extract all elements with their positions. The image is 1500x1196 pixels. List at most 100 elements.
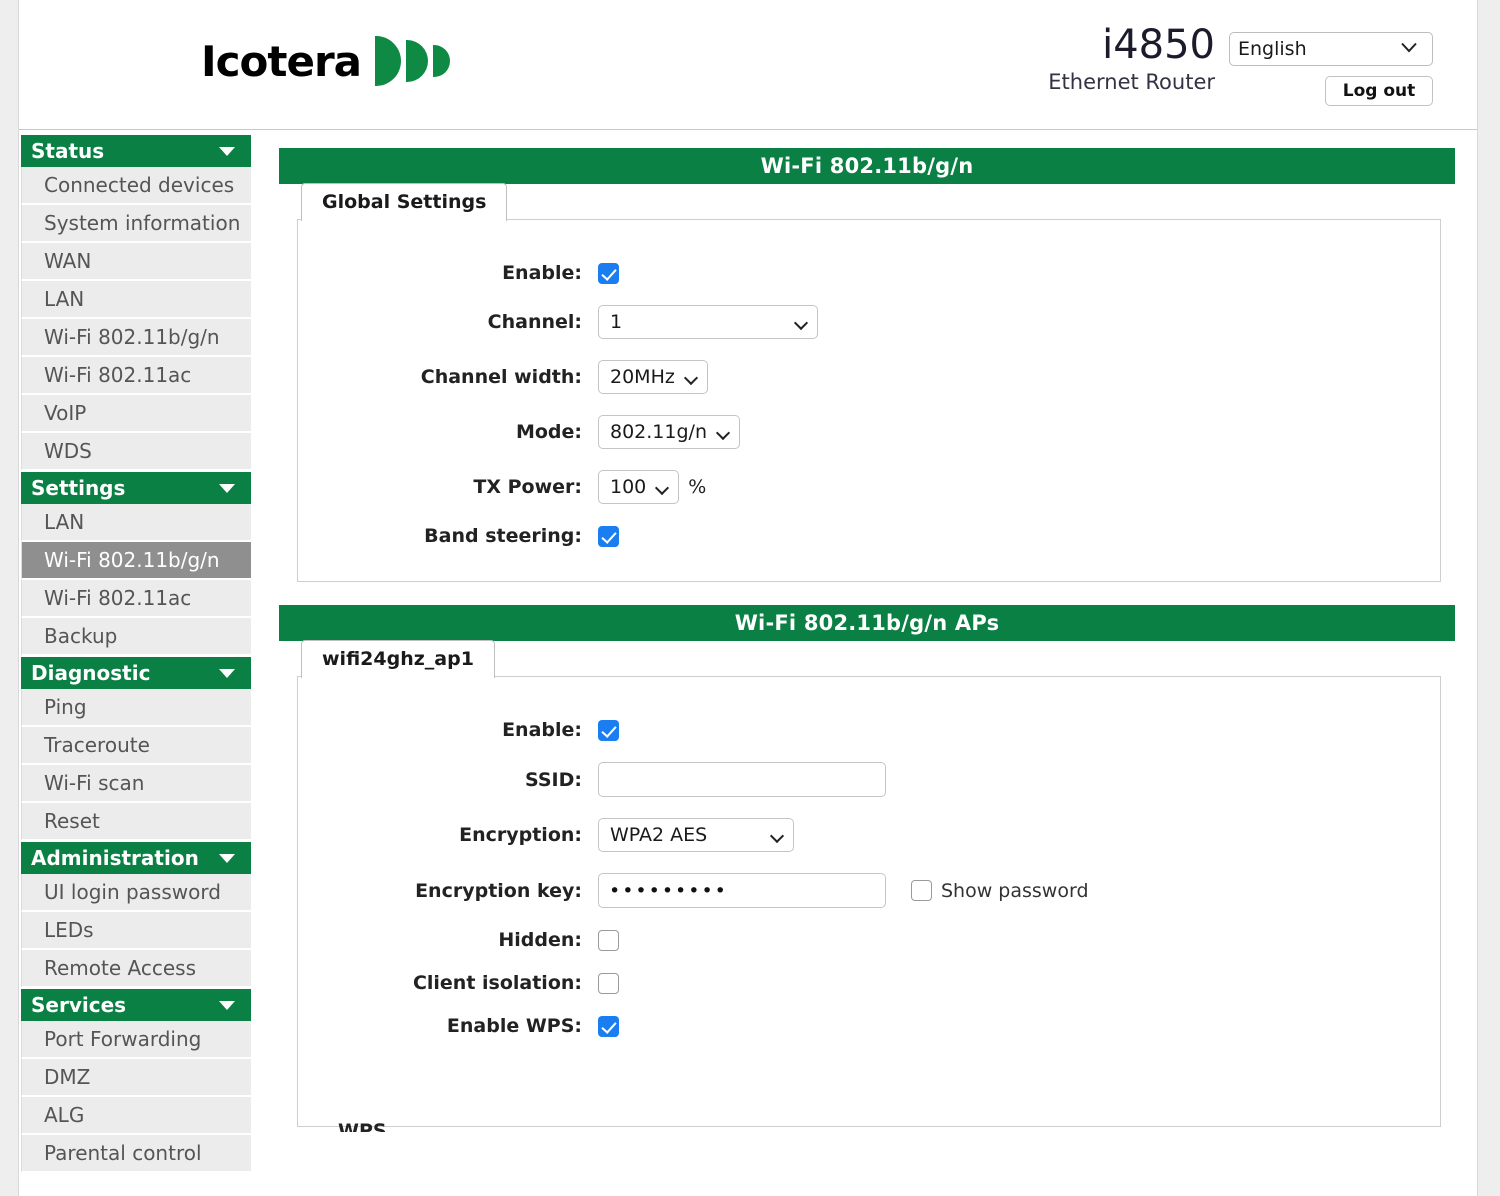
checkbox-client-isolation[interactable]: [598, 973, 619, 994]
sidebar-nav: Status Connected devices System informat…: [21, 130, 251, 1173]
sidebar-item-leds[interactable]: LEDs: [21, 912, 251, 950]
sidebar-item-wds[interactable]: WDS: [21, 433, 251, 471]
sidebar-item-ui-login-password[interactable]: UI login password: [21, 874, 251, 912]
sidebar-item-status-wifi-ac[interactable]: Wi-Fi 802.11ac: [21, 357, 251, 395]
label-ap-enable: Enable:: [298, 719, 598, 741]
row-encryption: Encryption: WPA2 AES: [298, 818, 1440, 852]
row-encryption-key: Encryption key: Show password: [298, 873, 1440, 908]
sidebar-section-diagnostic[interactable]: Diagnostic: [21, 656, 251, 689]
brand-logo: Icotera: [201, 36, 450, 86]
row-channel: Channel: 1: [298, 305, 1440, 339]
label-encryption: Encryption:: [298, 824, 598, 846]
sidebar-item-lan[interactable]: LAN: [21, 281, 251, 319]
app-window: Icotera i4850 Ethernet Router English Lo…: [18, 0, 1478, 1196]
sidebar-item-reset[interactable]: Reset: [21, 803, 251, 841]
label-band-steering: Band steering:: [298, 525, 598, 547]
sidebar-item-backup[interactable]: Backup: [21, 618, 251, 656]
sidebar-item-port-forwarding[interactable]: Port Forwarding: [21, 1021, 251, 1059]
encryption-key-input[interactable]: [598, 873, 886, 908]
body-layout: Status Connected devices System informat…: [19, 130, 1477, 1173]
chevron-down-icon: [219, 1001, 235, 1010]
sidebar-section-services[interactable]: Services: [21, 988, 251, 1021]
row-client-isolation: Client isolation:: [298, 972, 1440, 994]
label-show-password[interactable]: Show password: [941, 880, 1089, 902]
sidebar-item-parental-control[interactable]: Parental control: [21, 1135, 251, 1173]
select-channel[interactable]: 1: [598, 305, 818, 339]
label-ssid: SSID:: [298, 769, 598, 791]
tx-power-unit: %: [688, 476, 706, 498]
ap-form: Enable: SSID: Encryption:: [297, 676, 1441, 1127]
sidebar-item-status-wifi-bgn[interactable]: Wi-Fi 802.11b/g/n: [21, 319, 251, 357]
sidebar-item-ping[interactable]: Ping: [21, 689, 251, 727]
label-mode: Mode:: [298, 421, 598, 443]
global-settings-tabstrip: Global Settings: [279, 184, 1455, 220]
device-model-block: i4850 Ethernet Router: [1048, 24, 1215, 94]
brand-name: Icotera: [201, 37, 361, 86]
label-hidden: Hidden:: [298, 929, 598, 951]
sidebar-section-label: Administration: [31, 846, 199, 870]
select-encryption[interactable]: WPA2 AES: [598, 818, 794, 852]
sidebar-item-wan[interactable]: WAN: [21, 243, 251, 281]
label-client-isolation: Client isolation:: [298, 972, 598, 994]
checkbox-hidden[interactable]: [598, 930, 619, 951]
label-encryption-key: Encryption key:: [298, 880, 598, 902]
label-tx-power: TX Power:: [298, 476, 598, 498]
label-channel-width: Channel width:: [298, 366, 598, 388]
logo-arc-large-icon: [375, 36, 401, 86]
chevron-down-icon: [219, 669, 235, 678]
checkbox-show-password[interactable]: [911, 880, 932, 901]
device-model-name: i4850: [1048, 24, 1215, 66]
sidebar-item-connected-devices[interactable]: Connected devices: [21, 167, 251, 205]
label-enable-wps: Enable WPS:: [298, 1015, 598, 1037]
logout-button[interactable]: Log out: [1325, 76, 1433, 106]
tab-global-settings[interactable]: Global Settings: [301, 183, 507, 221]
sidebar-section-label: Status: [31, 139, 104, 163]
row-ap-enable: Enable:: [298, 719, 1440, 741]
panel-title-wifi-bgn: Wi-Fi 802.11b/g/n: [279, 148, 1455, 184]
language-select[interactable]: English: [1229, 32, 1433, 66]
sidebar-item-alg[interactable]: ALG: [21, 1097, 251, 1135]
chevron-down-icon: [219, 854, 235, 863]
global-settings-form: Enable: Channel: 1 Channel width:: [297, 219, 1441, 582]
row-tx-power: TX Power: 100 %: [298, 470, 1440, 504]
tab-wifi24ghz-ap1[interactable]: wifi24ghz_ap1: [301, 640, 495, 678]
main-content: Wi-Fi 802.11b/g/n Global Settings Enable…: [251, 130, 1477, 1150]
sidebar-section-settings[interactable]: Settings: [21, 471, 251, 504]
row-channel-width: Channel width: 20MHz: [298, 360, 1440, 394]
checkbox-global-enable[interactable]: [598, 263, 619, 284]
ap-panel: Wi-Fi 802.11b/g/n APs wifi24ghz_ap1 Enab…: [279, 605, 1455, 1128]
label-global-enable: Enable:: [298, 262, 598, 284]
logo-arc-medium-icon: [406, 40, 428, 82]
select-channel-width[interactable]: 20MHz: [598, 360, 708, 394]
sidebar-item-settings-lan[interactable]: LAN: [21, 504, 251, 542]
chevron-down-icon: [219, 147, 235, 156]
sidebar-item-voip[interactable]: VoIP: [21, 395, 251, 433]
device-model-subtitle: Ethernet Router: [1048, 70, 1215, 94]
checkbox-ap-enable[interactable]: [598, 720, 619, 741]
sidebar-item-wifi-scan[interactable]: Wi-Fi scan: [21, 765, 251, 803]
sidebar-section-label: Diagnostic: [31, 661, 150, 685]
logo-arcs-icon: [375, 36, 450, 86]
select-mode[interactable]: 802.11g/n: [598, 415, 740, 449]
row-hidden: Hidden:: [298, 929, 1440, 951]
sidebar-section-label: Settings: [31, 476, 125, 500]
row-enable-wps: Enable WPS:: [298, 1015, 1440, 1037]
sidebar-section-administration[interactable]: Administration: [21, 841, 251, 874]
ssid-input[interactable]: [598, 762, 886, 797]
sidebar-item-settings-wifi-ac[interactable]: Wi-Fi 802.11ac: [21, 580, 251, 618]
sidebar-item-remote-access[interactable]: Remote Access: [21, 950, 251, 988]
sidebar-section-status[interactable]: Status: [21, 134, 251, 167]
label-channel: Channel:: [298, 311, 598, 333]
sidebar-item-dmz[interactable]: DMZ: [21, 1059, 251, 1097]
sidebar-item-traceroute[interactable]: Traceroute: [21, 727, 251, 765]
logo-arc-small-icon: [433, 45, 450, 77]
select-tx-power[interactable]: 100: [598, 470, 679, 504]
global-settings-panel: Wi-Fi 802.11b/g/n Global Settings Enable…: [279, 148, 1455, 583]
row-global-enable: Enable:: [298, 262, 1440, 284]
clipped-wps-label: WPS: [338, 1120, 387, 1132]
checkbox-enable-wps[interactable]: [598, 1016, 619, 1037]
sidebar-item-settings-wifi-bgn[interactable]: Wi-Fi 802.11b/g/n: [21, 542, 251, 580]
sidebar-section-label: Services: [31, 993, 126, 1017]
sidebar-item-system-information[interactable]: System information: [21, 205, 251, 243]
checkbox-band-steering[interactable]: [598, 526, 619, 547]
